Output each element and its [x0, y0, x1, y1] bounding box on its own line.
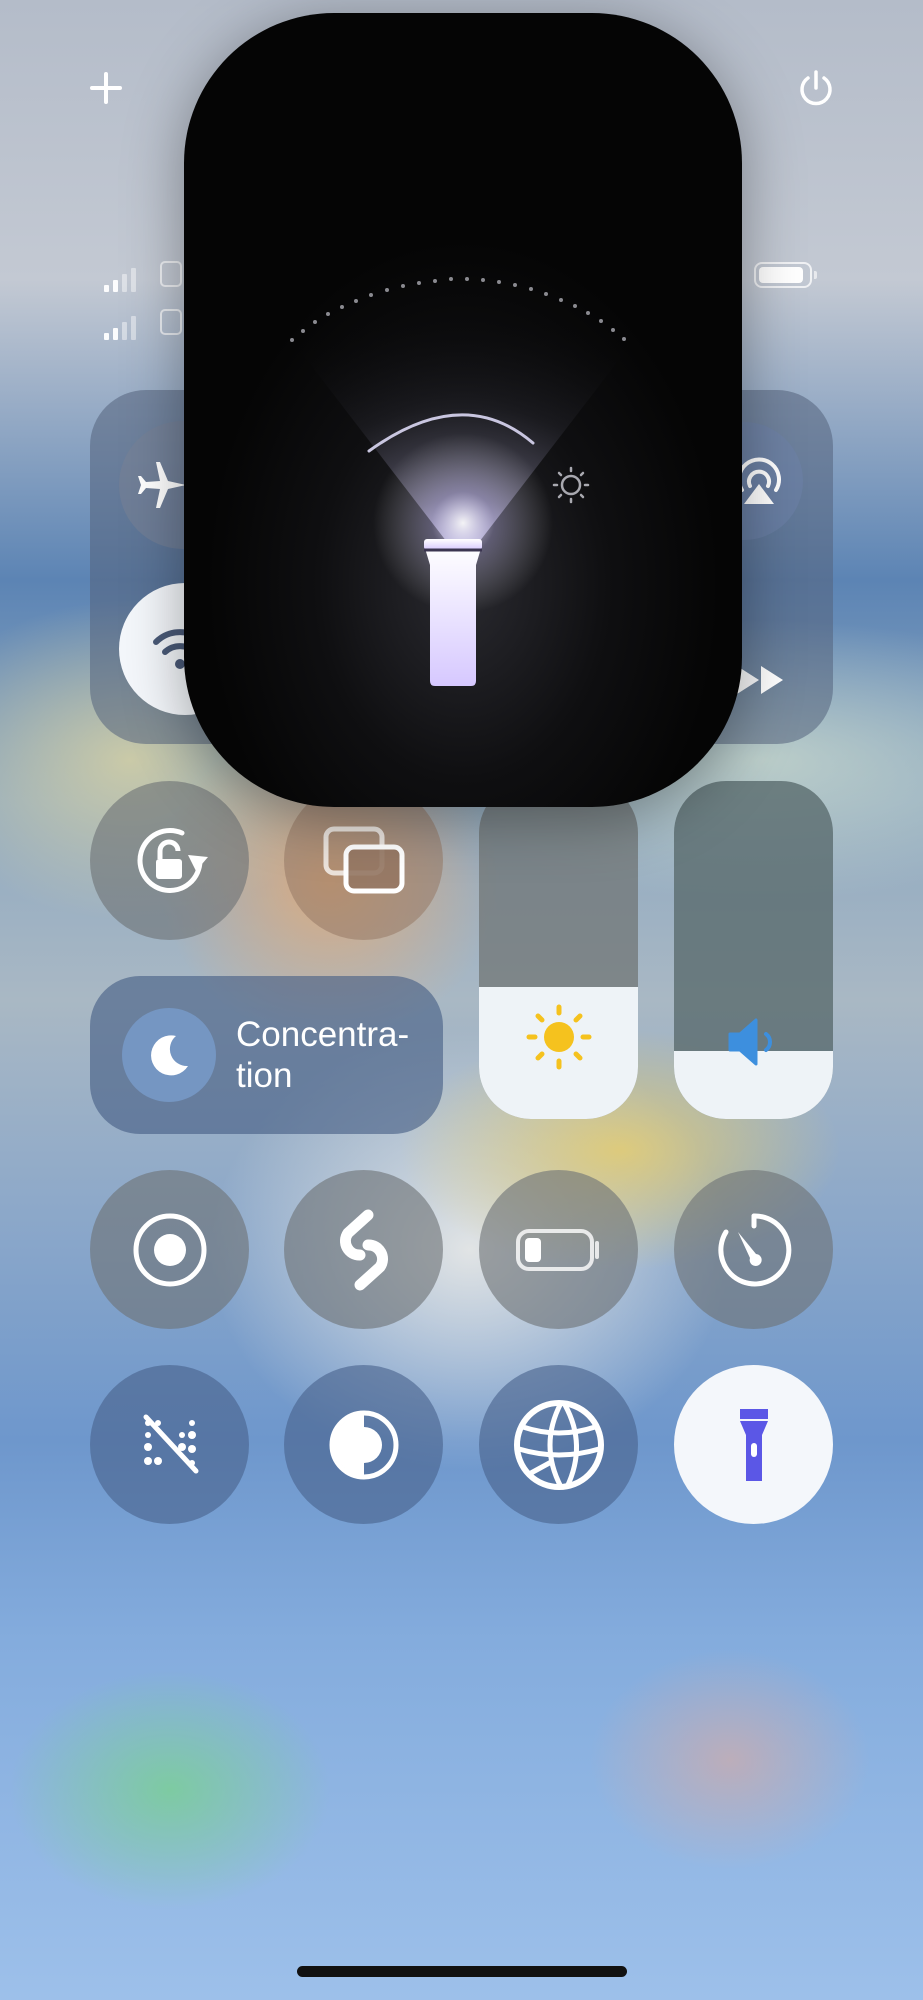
screen-record-icon — [133, 1213, 206, 1286]
dark-mode-button[interactable] — [284, 1365, 443, 1524]
flashlight-popup[interactable] — [184, 13, 742, 807]
sim-badge-1 — [160, 261, 182, 287]
timer-button[interactable] — [674, 1170, 833, 1329]
timer-icon — [717, 1212, 791, 1286]
screen-mirroring-icon — [323, 826, 404, 893]
add-control-button[interactable] — [84, 66, 128, 110]
power-icon — [800, 70, 832, 106]
low-power-icon — [515, 1228, 599, 1271]
shazam-icon — [339, 1209, 388, 1290]
reduce-motion-icon — [143, 1414, 198, 1473]
brightness-sun-icon — [552, 466, 590, 504]
focus-label: Concentra- tion — [236, 1015, 410, 1095]
speaker-icon — [724, 1014, 784, 1075]
globe-icon — [513, 1399, 604, 1490]
battery-status-icon — [754, 262, 817, 288]
power-button[interactable] — [794, 66, 838, 110]
screen-record-button[interactable] — [90, 1170, 249, 1329]
home-indicator[interactable] — [297, 1966, 627, 1977]
focus-mode-button[interactable]: Concentra- tion — [90, 976, 443, 1134]
cellular-signal-1 — [104, 268, 136, 292]
orientation-lock-icon — [137, 827, 208, 893]
flashlight-button[interactable] — [674, 1365, 833, 1524]
globe-button[interactable] — [479, 1365, 638, 1524]
shazam-button[interactable] — [284, 1170, 443, 1329]
dark-mode-icon — [329, 1410, 398, 1479]
plus-icon — [90, 72, 122, 104]
low-power-mode-button[interactable] — [479, 1170, 638, 1329]
volume-slider[interactable] — [674, 781, 833, 1119]
reduce-motion-button[interactable] — [90, 1365, 249, 1524]
sim-badge-2 — [160, 309, 182, 335]
sun-icon — [524, 1002, 594, 1077]
flashlight-large-icon — [424, 539, 482, 686]
flashlight-icon — [739, 1408, 768, 1481]
cellular-signal-2 — [104, 316, 136, 340]
brightness-slider[interactable] — [479, 781, 638, 1119]
moon-icon — [122, 1008, 216, 1102]
